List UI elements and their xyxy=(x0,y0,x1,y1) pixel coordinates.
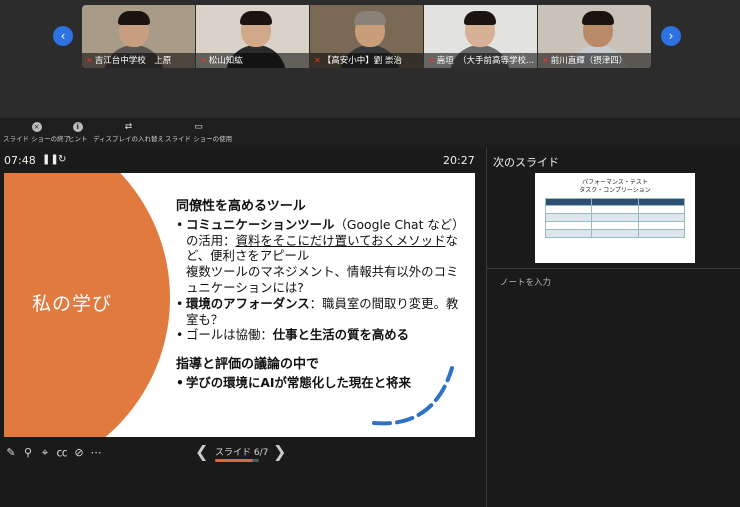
mic-muted-icon: ✕ xyxy=(542,56,549,65)
slide-counter: スライド 6/7 xyxy=(215,448,269,458)
camera-off-icon[interactable]: ⊘ xyxy=(72,446,86,460)
slide-bullet-cont: 複数ツールのマネジメント、情報共有以外のコミュニケーションには? xyxy=(186,264,459,295)
gallery-prev-button[interactable]: ‹ xyxy=(53,26,73,46)
participant-name: ✕ 前川直輝（摂津四） xyxy=(538,53,651,68)
pen-icon[interactable]: ✎ xyxy=(4,446,18,460)
mic-muted-icon: ✕ xyxy=(200,56,207,65)
more-icon[interactable]: ⋯ xyxy=(89,446,103,460)
notes-input[interactable]: ノートを入力 xyxy=(500,276,551,288)
participant-tile[interactable]: ✕ 前川直輝（摂津四） xyxy=(538,5,651,68)
slide-tools: ✎ ⚲ ⌖ ㏄ ⊘ ⋯ xyxy=(4,446,103,460)
pause-icon[interactable]: ❚❚ xyxy=(42,154,59,165)
slide-bullet: • コミュニケーションツール（Google Chat など）の活用：資料をそこにだ… xyxy=(176,216,465,264)
pointer-icon[interactable]: ⌖ xyxy=(38,446,52,460)
prev-slide-button[interactable]: ❮ xyxy=(195,442,208,461)
gallery-next-button[interactable]: › xyxy=(661,26,681,46)
slide-progress xyxy=(215,459,259,462)
presenter-toolbar: × スライド ショーの終了 i ヒント ⇄ ディスプレイの入れ替え ▭ スライド… xyxy=(0,118,740,148)
info-icon: i xyxy=(72,122,83,132)
participant-tile[interactable]: ✕ 吉江台中学校 上原 xyxy=(82,5,195,68)
next-slide-thumbnail[interactable]: パフォーマンス・テスト タスク・コンプリーション xyxy=(535,173,695,263)
participant-tile[interactable]: ✕ 【高安小中】劉 崇治 xyxy=(310,5,423,68)
subtitles-icon[interactable]: ㏄ xyxy=(55,446,69,460)
participant-tile[interactable]: ✕ 嵩垣 （大手前高等学校... xyxy=(424,5,537,68)
participant-name: ✕ 吉江台中学校 上原 xyxy=(82,53,195,68)
slide-circle-title: 私の学び xyxy=(32,293,113,315)
slide-navigator: ❮ スライド 6/7 ❯ xyxy=(195,442,286,466)
participant-name: ✕ 【高安小中】劉 崇治 xyxy=(310,53,423,68)
mic-muted-icon: ✕ xyxy=(86,56,93,65)
swap-icon: ⇄ xyxy=(124,122,133,132)
panel-divider xyxy=(486,148,487,507)
clock: 20:27 xyxy=(443,154,475,167)
video-gallery: ‹ ✕ 吉江台中学校 上原 ✕ 松山知紘 ✕ 【高安小中】劉 崇治 ✕ 嵩垣 （… xyxy=(0,0,740,118)
end-show-button[interactable]: × スライド ショーの終了 xyxy=(3,122,70,143)
slide-progress-fill xyxy=(215,459,253,462)
notes-divider xyxy=(487,268,740,269)
thumb-table xyxy=(544,198,686,238)
slide-bullet: • 環境のアフォーダンス：職員室の間取り変更。教室も？ xyxy=(176,295,459,327)
restart-icon[interactable]: ↻ xyxy=(58,154,66,165)
next-slide-button[interactable]: ❯ xyxy=(273,442,286,461)
current-slide: 私の学び 同僚性を高めるツール • コミュニケーションツール（Google Cha… xyxy=(4,173,475,437)
participant-name: ✕ 嵩垣 （大手前高等学校... xyxy=(424,53,537,68)
slide-bullet: • ゴールは協働：仕事と生活の質を高める xyxy=(176,327,410,343)
slide-heading-1: 同僚性を高めるツール xyxy=(176,199,306,214)
mic-muted-icon: ✕ xyxy=(314,56,321,65)
mic-muted-icon: ✕ xyxy=(428,56,435,65)
hint-button[interactable]: i ヒント xyxy=(68,122,88,143)
decorative-arc xyxy=(372,366,454,426)
elapsed-timer: 07:48 xyxy=(4,154,36,167)
next-slide-label: 次のスライド xyxy=(493,156,559,169)
swap-display-button[interactable]: ⇄ ディスプレイの入れ替え xyxy=(93,122,164,143)
participant-name: ✕ 松山知紘 xyxy=(196,53,309,68)
use-show-button[interactable]: ▭ スライド ショーの使用 xyxy=(165,122,232,143)
participant-tile[interactable]: ✕ 松山知紘 xyxy=(196,5,309,68)
close-icon: × xyxy=(31,122,42,132)
thumb-title: パフォーマンス・テスト タスク・コンプリーション xyxy=(579,179,651,194)
zoom-icon[interactable]: ⚲ xyxy=(21,446,35,460)
slideshow-icon: ▭ xyxy=(194,122,203,132)
participant-tiles: ✕ 吉江台中学校 上原 ✕ 松山知紘 ✕ 【高安小中】劉 崇治 ✕ 嵩垣 （大手前高等学… xyxy=(82,5,651,68)
